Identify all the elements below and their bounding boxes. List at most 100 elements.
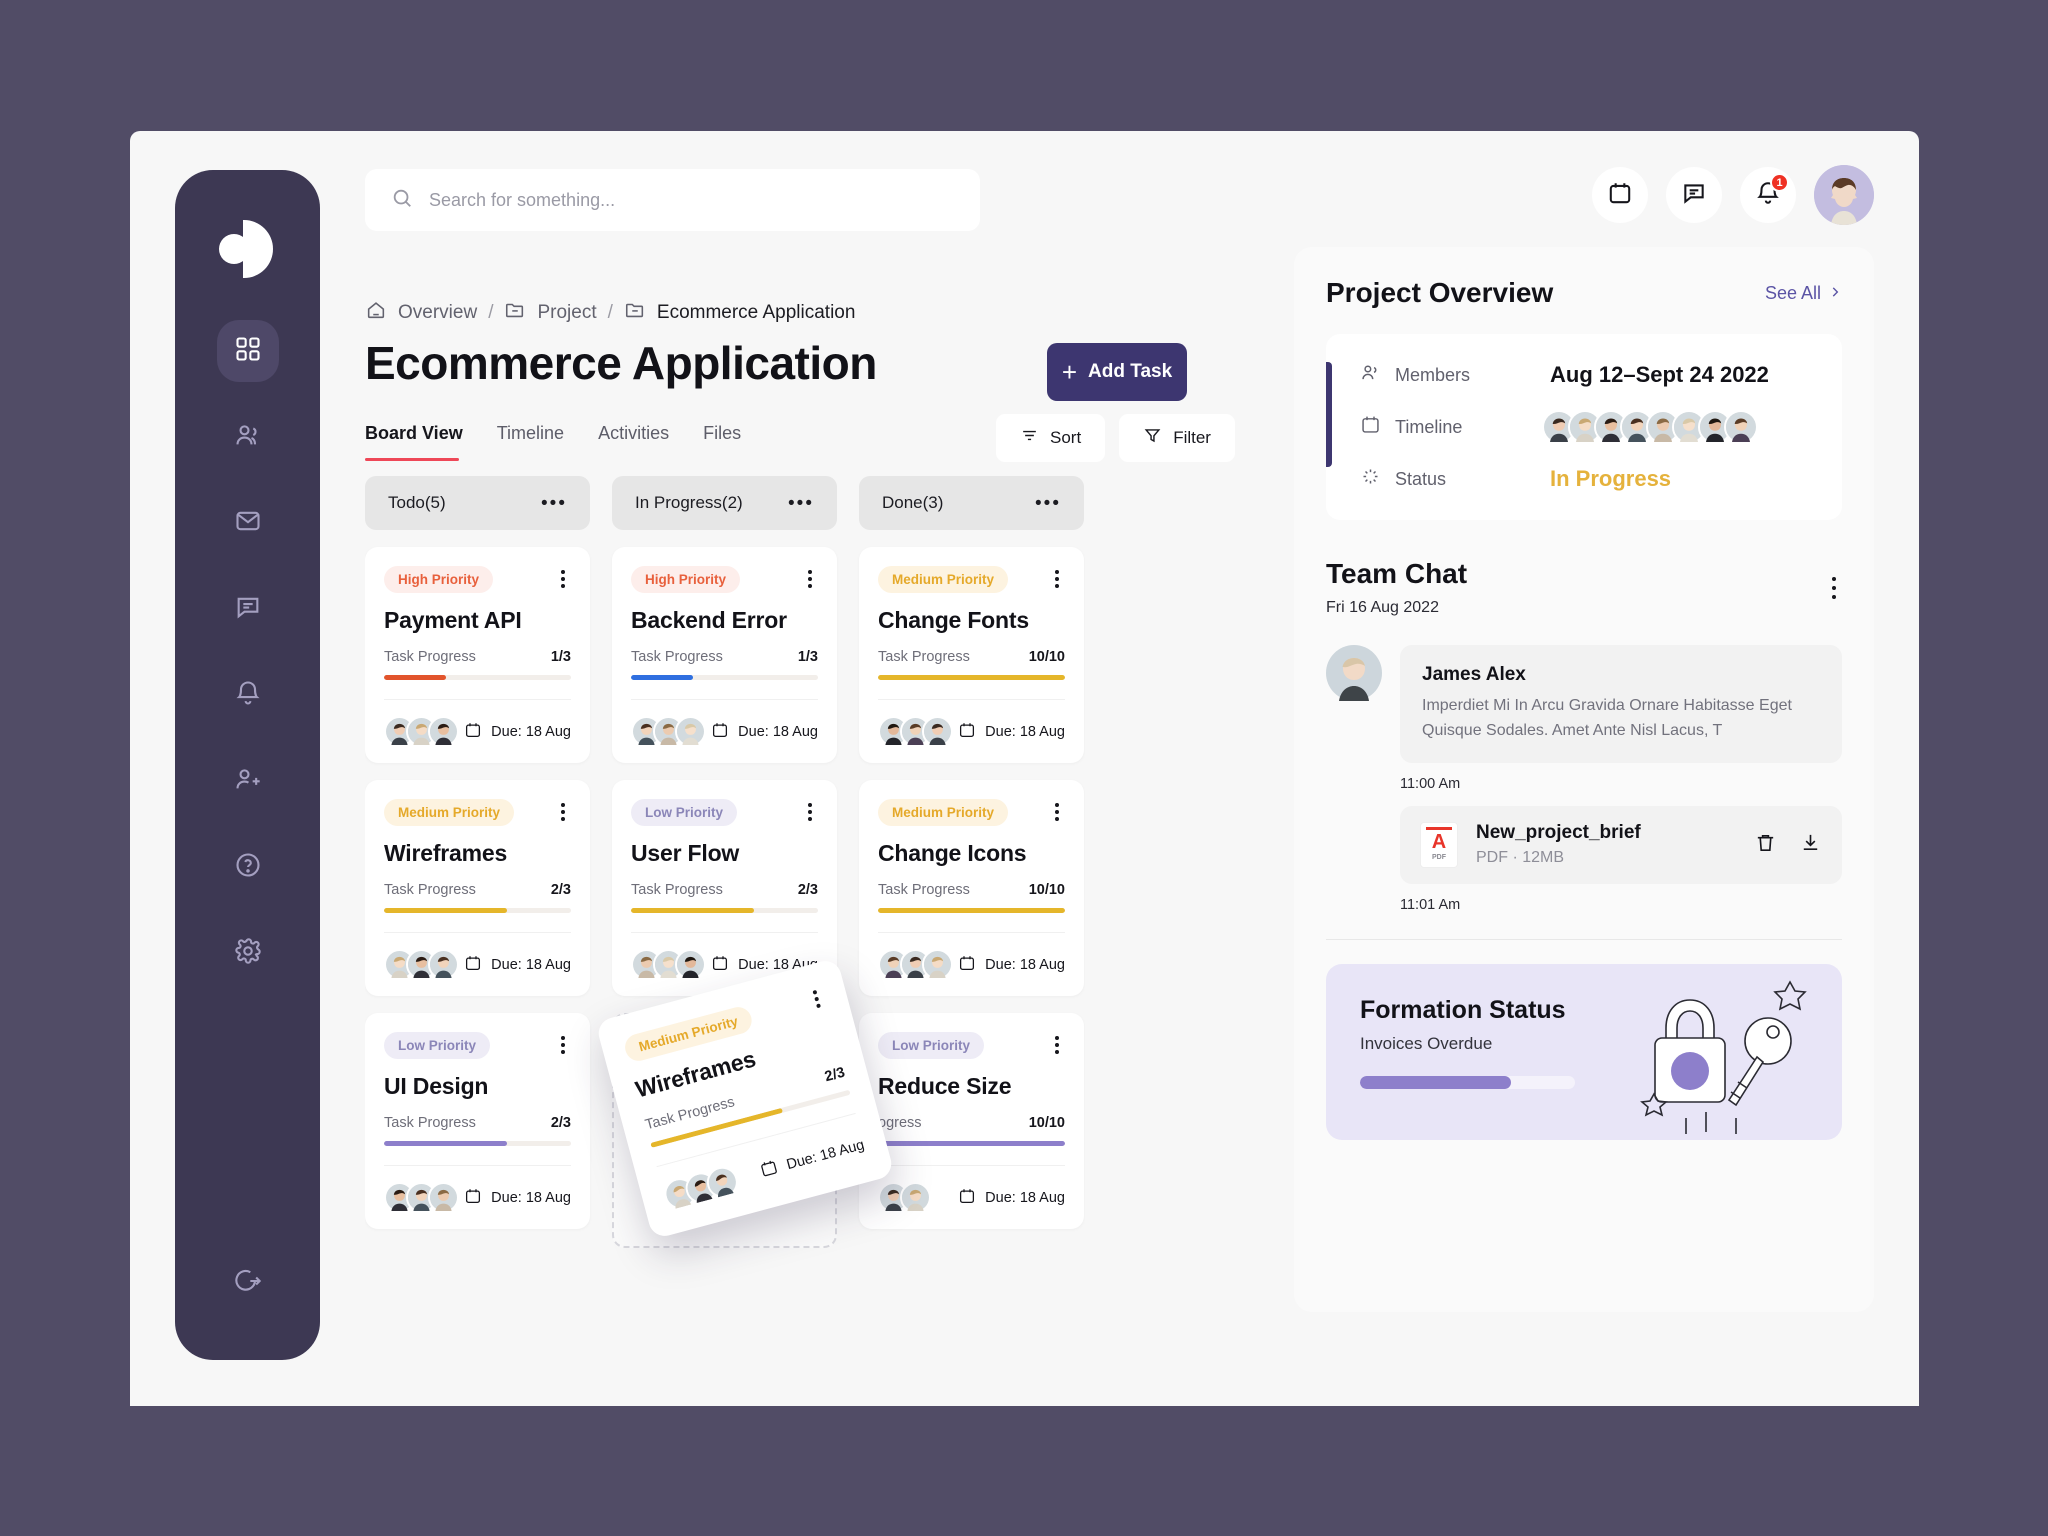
task-card[interactable]: Medium Priority Change Icons Task Progress… <box>859 780 1084 996</box>
formation-progress-fill <box>1360 1075 1511 1089</box>
sidebar-item-invite[interactable] <box>217 750 279 812</box>
progress-label: Task Progress <box>878 649 970 665</box>
card-menu[interactable] <box>1049 799 1065 825</box>
sort-button[interactable]: Sort <box>996 414 1106 462</box>
file-name: New_project_brief <box>1476 822 1641 844</box>
notifications-button[interactable]: 1 <box>1740 167 1796 223</box>
pdf-icon: A PDF <box>1420 821 1458 868</box>
file-actions <box>1754 831 1822 859</box>
column-menu[interactable]: ••• <box>541 494 567 513</box>
sidebar-item-team[interactable] <box>217 406 279 468</box>
task-card[interactable]: High Priority Backend Error Task Progress 1… <box>612 547 837 763</box>
card-menu[interactable] <box>555 566 571 592</box>
progress-fill <box>384 1141 508 1146</box>
progress-label: Task Progress <box>384 882 476 898</box>
card-menu[interactable] <box>806 984 828 1013</box>
tab-activities[interactable]: Activities <box>598 423 703 461</box>
task-card[interactable]: Medium Priority Change Fonts Task Progress… <box>859 547 1084 763</box>
column-header: Done(3) ••• <box>859 476 1084 530</box>
assignee-avatar <box>428 1182 459 1213</box>
message-author: James Alex <box>1422 664 1526 685</box>
card-menu[interactable] <box>555 1032 571 1058</box>
help-icon <box>234 851 262 884</box>
avatar[interactable] <box>1814 165 1874 225</box>
due-label: Due: 18 Aug <box>985 1189 1065 1206</box>
overview-row-timeline: Timeline <box>1360 410 1812 444</box>
task-card[interactable]: Low Priority UI Design Task Progress 2/3 Due… <box>365 1013 590 1229</box>
assignee-avatar <box>900 1182 931 1213</box>
add-task-button[interactable]: + Add Task <box>1047 343 1187 401</box>
card-title: Reduce Size <box>878 1073 1012 1099</box>
sidebar-item-messages[interactable] <box>217 492 279 554</box>
card-header: Medium Priority <box>878 799 1065 826</box>
column-menu[interactable]: ••• <box>1035 494 1061 513</box>
assignees <box>878 949 953 980</box>
overview-timeline-label: Timeline <box>1360 414 1550 440</box>
calendar-icon <box>958 721 976 743</box>
tab-files[interactable]: Files <box>703 423 775 461</box>
calendar-icon <box>958 954 976 976</box>
search-bar[interactable] <box>365 169 980 231</box>
due-date: Due: 18 Aug <box>711 721 818 743</box>
column-title: Done(3) <box>882 493 944 512</box>
project-overview-header: Project Overview See All <box>1326 277 1842 309</box>
task-card[interactable]: Medium Priority Wireframes Task Progress 2/… <box>365 780 590 996</box>
priority-badge: Medium Priority <box>878 799 1009 826</box>
filter-icon <box>1143 426 1162 450</box>
download-icon[interactable] <box>1799 831 1822 859</box>
tab-timeline[interactable]: Timeline <box>497 423 598 461</box>
bell-icon <box>234 679 262 712</box>
task-card[interactable]: High Priority Payment API Task Progress 1/3… <box>365 547 590 763</box>
priority-badge: Low Priority <box>631 799 738 826</box>
member-avatars <box>1542 410 1758 444</box>
calendar-button[interactable] <box>1592 167 1648 223</box>
sidebar <box>175 170 320 1360</box>
progress-row: Task Progress 2/3 <box>384 882 571 898</box>
column-header: In Progress(2) ••• <box>612 476 837 530</box>
tab-board-view[interactable]: Board View <box>365 423 497 461</box>
messages-button[interactable] <box>1666 167 1722 223</box>
card-footer: Due: 18 Aug <box>384 699 571 747</box>
panel-divider <box>1326 938 1842 940</box>
chat-bubble-icon <box>1681 180 1707 211</box>
sidebar-item-notifications[interactable] <box>217 664 279 726</box>
search-input[interactable] <box>429 189 954 211</box>
card-menu[interactable] <box>802 799 818 825</box>
kanban-column: Todo(5) ••• High Priority Payment API Task P… <box>365 476 590 1366</box>
sort-label: Sort <box>1050 428 1082 447</box>
task-card[interactable]: Low Priority Reduce Size ogress 10/10 Due: 1… <box>859 1013 1084 1229</box>
formation-progress-track <box>1360 1075 1575 1089</box>
breadcrumb-project[interactable]: Project <box>537 302 596 324</box>
task-card[interactable]: Low Priority User Flow Task Progress 2/3 Due… <box>612 780 837 996</box>
card-menu[interactable] <box>1049 566 1065 592</box>
assignee-avatar <box>675 949 706 980</box>
card-menu[interactable] <box>802 566 818 592</box>
trash-icon[interactable] <box>1754 831 1777 859</box>
filter-button[interactable]: Filter <box>1119 414 1235 462</box>
team-chat-menu[interactable] <box>1826 573 1842 603</box>
sidebar-item-settings[interactable] <box>217 922 279 984</box>
due-date: Due: 18 Aug <box>958 1187 1065 1209</box>
card-footer: Due: 18 Aug <box>631 699 818 747</box>
overview-row-members: Members Aug 12–Sept 24 2022 <box>1360 362 1812 388</box>
member-avatar <box>1724 410 1758 444</box>
column-menu[interactable]: ••• <box>788 494 814 513</box>
file-attachment[interactable]: A PDF New_project_brief PDF · 12MB <box>1400 805 1842 884</box>
see-all-label: See All <box>1764 282 1821 303</box>
due-label: Due: 18 Aug <box>491 1189 571 1206</box>
card-menu[interactable] <box>1049 1032 1065 1058</box>
view-tabs: Board View Timeline Activities Files <box>365 423 775 461</box>
sidebar-item-chat[interactable] <box>217 578 279 640</box>
progress-fill <box>878 908 1065 913</box>
card-menu[interactable] <box>555 799 571 825</box>
sidebar-item-logout[interactable] <box>217 1252 279 1314</box>
sidebar-item-dashboard[interactable] <box>216 320 279 382</box>
due-label: Due: 18 Aug <box>491 956 571 973</box>
sort-icon <box>1020 426 1039 450</box>
breadcrumb-overview[interactable]: Overview <box>398 302 477 324</box>
see-all-link[interactable]: See All <box>1765 283 1842 304</box>
app-logo <box>217 216 279 278</box>
card-title: Change Fonts <box>878 607 1029 633</box>
sidebar-item-help[interactable] <box>217 836 279 898</box>
assignees <box>384 716 459 747</box>
